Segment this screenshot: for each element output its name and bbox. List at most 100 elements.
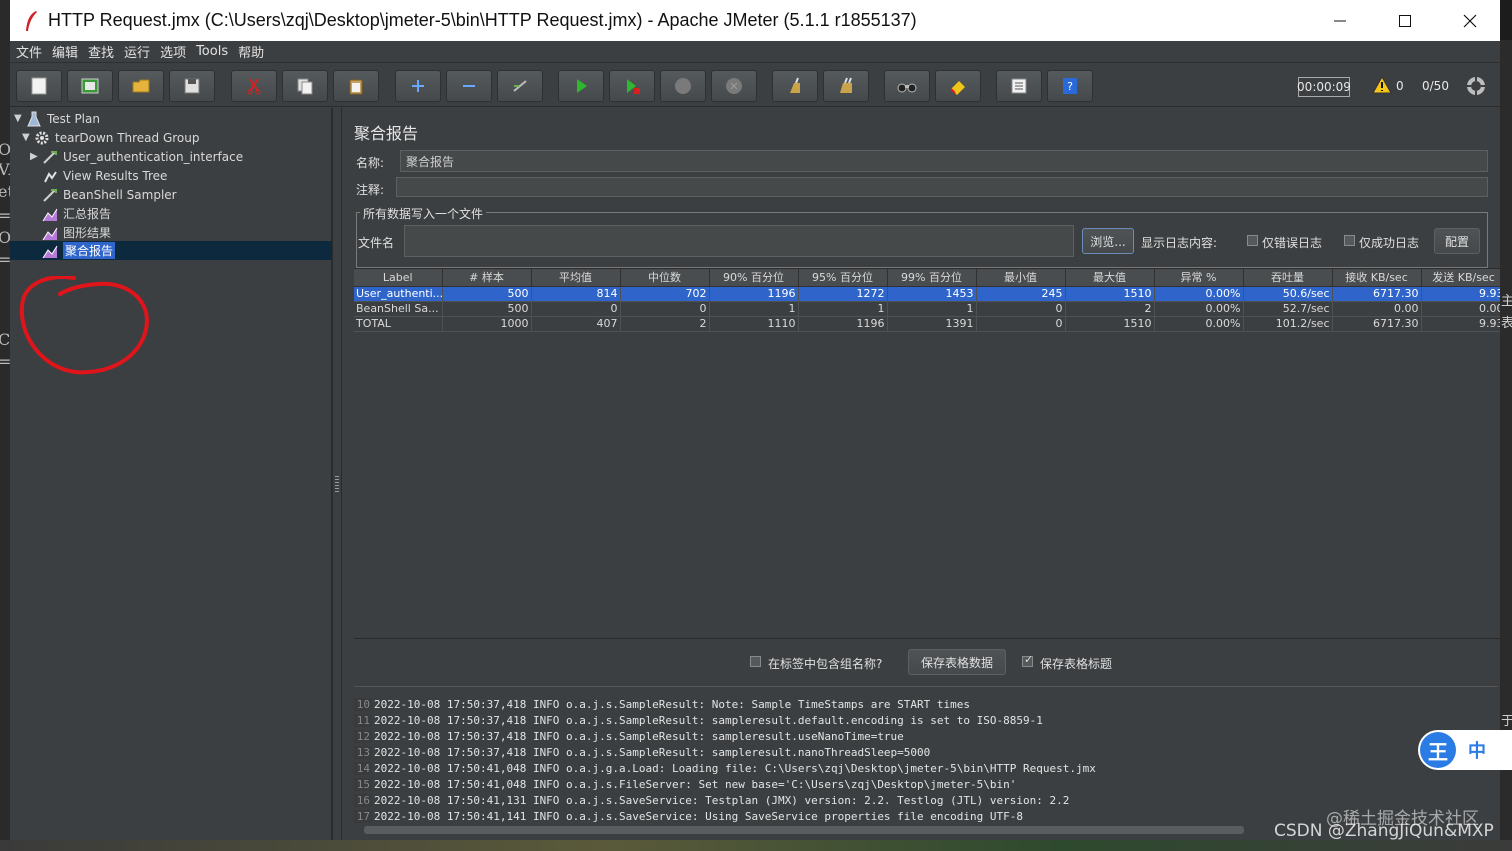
column-header[interactable]: 95% 百分位 (798, 269, 888, 287)
toolbar: ? (10, 63, 1500, 107)
column-header[interactable]: 99% 百分位 (887, 269, 977, 287)
menu-options[interactable]: 选项 (160, 42, 186, 61)
filename-field[interactable] (404, 225, 1074, 257)
open-button[interactable] (118, 70, 164, 102)
table-row[interactable]: BeanShell Sa... 500 0 0 1 1 1 0 2 0.00% … (354, 301, 1500, 317)
tree-item-test-plan[interactable]: ▼ Test Plan (14, 109, 100, 128)
new-button[interactable] (16, 70, 62, 102)
table-cell: 1510 (1065, 316, 1155, 332)
reset-search-button[interactable] (935, 70, 981, 102)
menu-search[interactable]: 查找 (88, 42, 114, 61)
save-table-header-checkbox[interactable] (1022, 653, 1033, 667)
log-line: 14 2022-10-08 17:50:41,048 INFO o.a.j.g.a… (354, 760, 1096, 776)
column-header[interactable]: 接收 KB/sec (1332, 269, 1422, 287)
column-header[interactable]: Label (354, 269, 443, 287)
table-cell: User_authenti... (354, 286, 443, 302)
table-cell: 500 (442, 301, 532, 317)
binoculars-icon (897, 83, 917, 93)
tree-item-beanshell-sampler[interactable]: BeanShell Sampler (42, 185, 177, 204)
expand-all-button[interactable] (395, 70, 441, 102)
expand-arrow-icon[interactable]: ▼ (22, 132, 34, 143)
ime-language-indicator[interactable]: 中 (1468, 737, 1486, 763)
table-cell: 6717.30 (1332, 316, 1422, 332)
tree-item-graph-results[interactable]: 图形结果 (42, 223, 111, 242)
column-header[interactable]: 90% 百分位 (709, 269, 799, 287)
desktop-right-edge: 主 表 于 (1500, 40, 1512, 840)
open-icon (132, 79, 150, 93)
expand-arrow-icon[interactable]: ▼ (14, 113, 26, 124)
browse-button[interactable]: 浏览... (1082, 228, 1134, 254)
shutdown-icon (726, 78, 742, 94)
listener-icon (42, 245, 58, 258)
ime-widget[interactable]: 王 中 (1418, 730, 1512, 770)
save-button[interactable] (169, 70, 215, 102)
comment-field[interactable] (396, 177, 1488, 197)
configure-button[interactable]: 配置 (1434, 228, 1480, 254)
cut-button[interactable] (231, 70, 277, 102)
tree-item-summary-report[interactable]: 汇总报告 (42, 204, 111, 223)
column-header[interactable]: 最小值 (976, 269, 1066, 287)
paste-button[interactable] (333, 70, 379, 102)
function-helper-icon (1011, 78, 1027, 94)
maximize-button[interactable] (1375, 0, 1435, 41)
listener-icon (44, 170, 57, 182)
column-header[interactable]: # 样本 (442, 269, 532, 287)
test-plan-icon (27, 111, 41, 126)
function-helper-button[interactable] (996, 70, 1042, 102)
errors-only-checkbox[interactable] (1247, 235, 1258, 246)
collapse-all-button[interactable] (446, 70, 492, 102)
copy-button[interactable] (282, 70, 328, 102)
column-header[interactable]: 发送 KB/sec (1421, 269, 1500, 287)
collapsed-arrow-icon[interactable]: ▶ (30, 151, 42, 162)
tree-item-user-authentication[interactable]: ▶ User_authentication_interface (30, 147, 243, 166)
table-row[interactable]: TOTAL 1000 407 2 1110 1196 1391 0 1510 0… (354, 316, 1500, 332)
tree-item-teardown-thread-group[interactable]: ▼ tearDown Thread Group (22, 128, 200, 147)
tree-item-view-results-tree[interactable]: View Results Tree (42, 166, 167, 185)
menu-run[interactable]: 运行 (124, 42, 150, 61)
column-header[interactable]: 平均值 (531, 269, 621, 287)
clear-all-button[interactable] (823, 70, 869, 102)
column-header[interactable]: 最大值 (1065, 269, 1155, 287)
tree-item-aggregate-report[interactable]: 聚合报告 (10, 241, 332, 260)
log-line: 12 2022-10-08 17:50:37,418 INFO o.a.j.s.S… (354, 728, 904, 744)
tree-item-label: 汇总报告 (63, 207, 112, 221)
gear-icon (35, 131, 49, 144)
templates-button[interactable] (67, 70, 113, 102)
reset-search-icon (950, 81, 965, 95)
menu-help[interactable]: 帮助 (238, 42, 264, 61)
log-line-text: 2022-10-08 17:50:37,418 INFO o.a.j.s.Sam… (374, 713, 1043, 727)
save-icon (184, 78, 200, 94)
table-cell: 500 (442, 286, 532, 302)
menu-edit[interactable]: 编辑 (52, 42, 78, 61)
success-only-checkbox[interactable] (1344, 235, 1355, 246)
close-button[interactable] (1440, 0, 1500, 41)
warning-icon[interactable] (1372, 76, 1392, 94)
column-header[interactable]: 异常 % (1154, 269, 1244, 287)
save-table-data-button[interactable]: 保存表格数据 (908, 649, 1006, 675)
minimize-button[interactable] (1310, 0, 1370, 41)
help-button[interactable]: ? (1047, 70, 1093, 102)
name-field[interactable]: 聚合报告 (400, 150, 1488, 172)
clear-button[interactable] (772, 70, 818, 102)
toggle-button[interactable] (497, 70, 543, 102)
menu-file[interactable]: 文件 (16, 42, 42, 61)
table-cell: 1000 (442, 316, 532, 332)
search-button[interactable] (884, 70, 930, 102)
desktop-fragment: Ch (0, 330, 10, 349)
start-no-pause-button[interactable] (609, 70, 655, 102)
watermark-csdn: CSDN @ZhangJiQun&MXP (1274, 821, 1494, 841)
split-pane-divider[interactable] (332, 108, 342, 840)
drag-handle-icon[interactable] (335, 476, 339, 494)
menu-tools[interactable]: Tools (196, 44, 228, 59)
stop-button[interactable] (660, 70, 706, 102)
include-group-name-checkbox[interactable] (750, 656, 761, 667)
active-threads: 0/50 (1422, 79, 1449, 93)
start-button[interactable] (558, 70, 604, 102)
log-horizontal-scrollbar[interactable] (364, 826, 1244, 834)
shutdown-button[interactable] (711, 70, 757, 102)
column-header[interactable]: 中位数 (620, 269, 710, 287)
table-row[interactable]: User_authenti... 500 814 702 1196 1272 1… (354, 286, 1500, 302)
table-cell: 0.00% (1154, 286, 1244, 302)
column-header[interactable]: 吞吐量 (1243, 269, 1333, 287)
table-cell: 101.2/sec (1243, 316, 1333, 332)
